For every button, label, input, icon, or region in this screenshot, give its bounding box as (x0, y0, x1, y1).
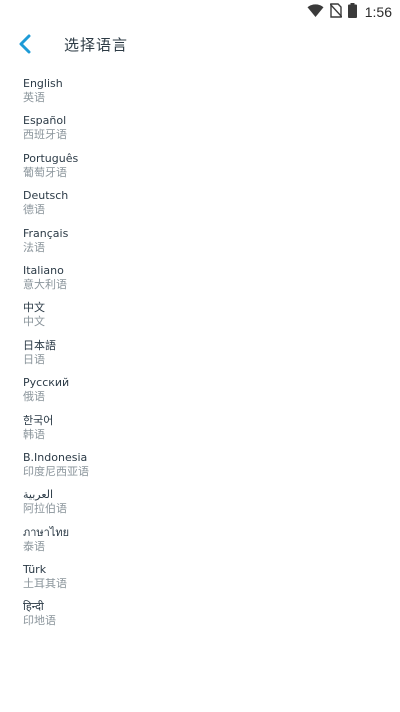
language-item[interactable]: Deutsch 德语 (0, 186, 400, 223)
app-bar: 选择语言 (0, 24, 400, 68)
status-icons: 1:56 (307, 2, 392, 22)
language-native-name: हिन्दी (23, 600, 44, 614)
language-localized-name: 阿拉伯语 (23, 502, 67, 516)
language-localized-name: 俄语 (23, 390, 45, 404)
language-item[interactable]: العربية 阿拉伯语 (0, 485, 400, 522)
language-native-name: Italiano (23, 263, 64, 277)
language-native-name: العربية (23, 488, 54, 502)
language-native-name: Русский (23, 376, 70, 390)
language-localized-name: 法语 (23, 240, 45, 254)
language-item[interactable]: Português 葡萄牙语 (0, 149, 400, 186)
language-localized-name: 意大利语 (23, 277, 67, 291)
language-localized-name: 葡萄牙语 (23, 165, 67, 179)
language-item[interactable]: 中文 中文 (0, 298, 400, 335)
page-title: 选择语言 (64, 36, 129, 54)
language-native-name: ภาษาไทย (23, 525, 70, 539)
back-button[interactable] (10, 30, 40, 62)
status-bar: 1:56 (0, 0, 400, 24)
chevron-left-icon (18, 34, 32, 58)
language-native-name: B.Indonesia (23, 450, 88, 464)
language-item[interactable]: English 英语 (0, 74, 400, 111)
language-localized-name: 德语 (23, 203, 45, 217)
language-item[interactable]: 한국어 韩语 (0, 411, 400, 448)
language-native-name: 中文 (23, 301, 45, 315)
battery-icon (347, 2, 357, 22)
language-item[interactable]: Русский 俄语 (0, 373, 400, 410)
language-localized-name: 韩语 (23, 427, 45, 441)
no-sim-icon (329, 2, 343, 22)
language-item[interactable]: 日本語 日语 (0, 336, 400, 373)
language-localized-name: 土耳其语 (23, 577, 67, 591)
language-list: English 英语 Español 西班牙语 Português 葡萄牙语 Deutsch… (0, 74, 400, 635)
language-native-name: Español (23, 114, 67, 128)
language-item[interactable]: ภาษาไทย 泰语 (0, 523, 400, 560)
language-native-name: Português (23, 151, 79, 165)
language-localized-name: 印度尼西亚语 (23, 464, 89, 478)
language-localized-name: 西班牙语 (23, 128, 67, 142)
language-native-name: 日本語 (23, 338, 56, 352)
language-item[interactable]: Italiano 意大利语 (0, 261, 400, 298)
wifi-icon (307, 3, 324, 22)
language-item[interactable]: B.Indonesia 印度尼西亚语 (0, 448, 400, 485)
language-native-name: 한국어 (23, 413, 54, 427)
status-time: 1:56 (364, 4, 392, 20)
language-native-name: English (23, 77, 63, 90)
language-item[interactable]: हिन्दी 印地语 (0, 597, 400, 634)
language-native-name: Français (23, 226, 69, 240)
language-native-name: Deutsch (23, 189, 69, 203)
language-localized-name: 中文 (23, 315, 45, 329)
language-item[interactable]: Türk 土耳其语 (0, 560, 400, 597)
language-item[interactable]: Español 西班牙语 (0, 111, 400, 148)
language-native-name: Türk (23, 563, 47, 577)
language-localized-name: 印地语 (23, 614, 56, 628)
language-localized-name: 英语 (23, 91, 45, 104)
language-localized-name: 泰语 (23, 539, 45, 553)
language-localized-name: 日语 (23, 352, 45, 366)
language-item[interactable]: Français 法语 (0, 224, 400, 261)
